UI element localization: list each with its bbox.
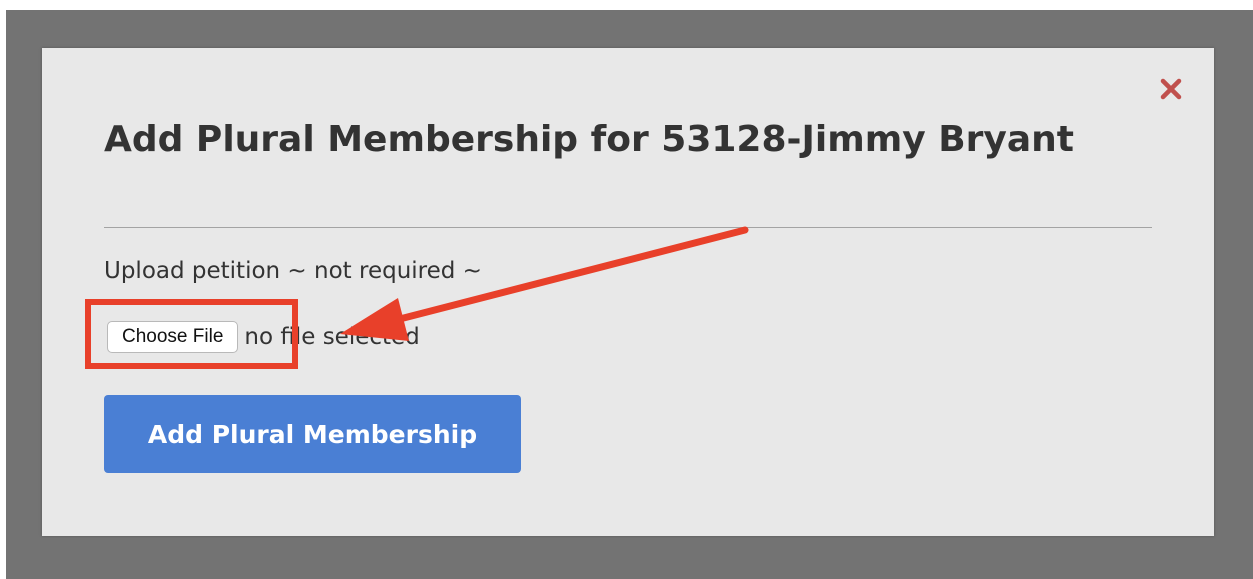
file-status-text: no file selected [244, 324, 420, 350]
choose-file-button[interactable]: Choose File [107, 321, 239, 353]
upload-petition-label: Upload petition ~ not required ~ [104, 258, 482, 284]
close-button[interactable] [1156, 74, 1186, 104]
add-plural-membership-button[interactable]: Add Plural Membership [104, 395, 521, 473]
file-input: Choose File no file selected [107, 318, 420, 356]
dialog-title: Add Plural Membership for 53128-Jimmy Br… [104, 119, 1075, 160]
title-divider [104, 227, 1152, 228]
close-x-icon [1160, 78, 1182, 100]
